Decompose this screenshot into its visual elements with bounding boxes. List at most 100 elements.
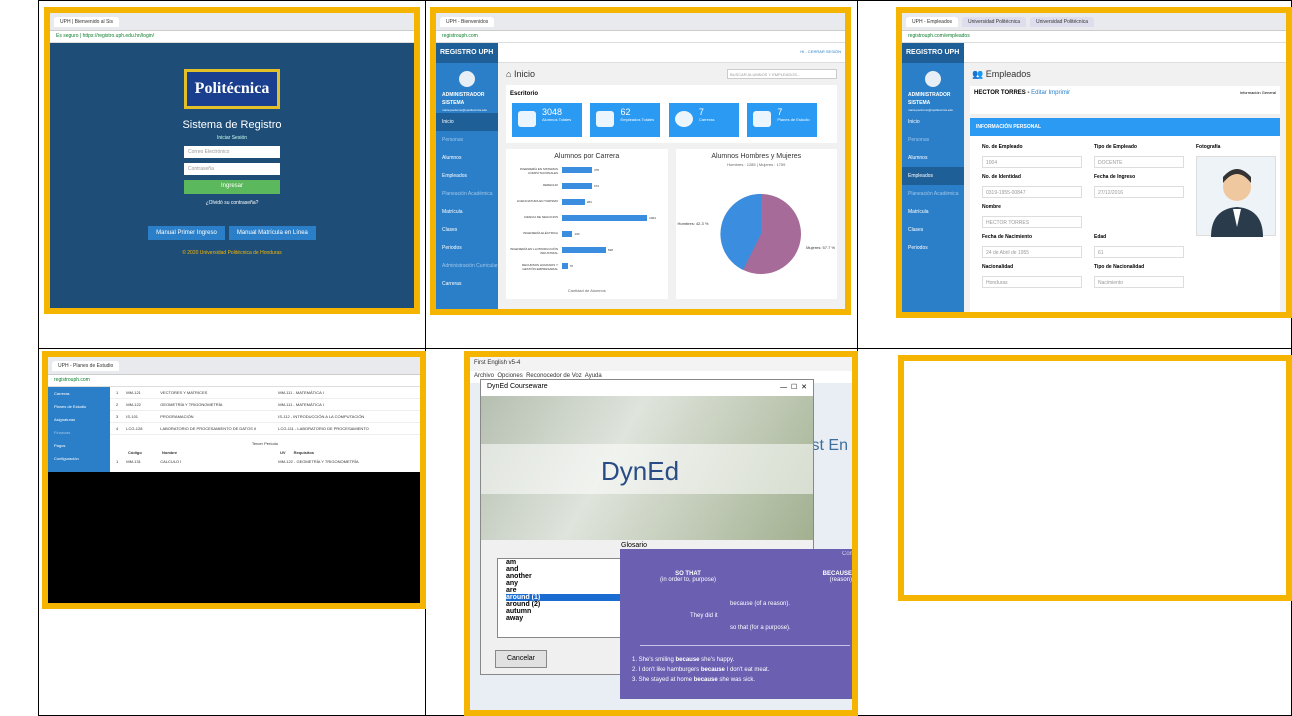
panel-login: UPH | Bienvenido al Sis Es seguro | http… — [44, 7, 420, 314]
window-controls[interactable]: — ☐ ✕ — [780, 383, 807, 393]
cancel-button[interactable]: Cancelar — [495, 650, 547, 668]
hero-image: DynEd — [481, 396, 813, 540]
address-bar[interactable]: registrouph.com — [48, 375, 420, 387]
sidebar-item-inicio[interactable]: Inicio — [436, 113, 498, 131]
grammar-card: Comp SO THAT (in order to, purpose) BECAU… — [620, 549, 852, 699]
list-item[interactable]: are — [506, 587, 636, 594]
field-value[interactable]: DOCENTE — [1094, 156, 1184, 168]
sidebar: REGISTRO UPH ADMINISTRADOR SISTEMA maria… — [902, 43, 964, 312]
list-item-selected[interactable]: around (1) — [506, 594, 636, 601]
field-value[interactable]: 27/12/2016 — [1094, 186, 1184, 198]
sidebar-item-carreras[interactable]: Carreras — [436, 275, 498, 293]
bar-value-label: 374 — [593, 184, 599, 188]
user-name[interactable]: ADMINISTRADOR — [436, 91, 498, 99]
sidebar-section-curricular: Administración Curricular — [442, 263, 498, 269]
cell-index: 2 — [116, 402, 119, 407]
user-name[interactable]: ADMINISTRADOR — [902, 91, 964, 99]
tab-general-info[interactable]: Información General — [1240, 90, 1276, 95]
manual-first-entry-button[interactable]: Manual Primer Ingreso — [148, 226, 225, 240]
list-item[interactable]: and — [506, 566, 636, 573]
browser-tab[interactable]: Universidad Politécnica — [1030, 16, 1094, 27]
list-item[interactable]: any — [506, 580, 636, 587]
list-item[interactable]: another — [506, 573, 636, 580]
bar — [562, 167, 593, 173]
bar-value-label: 130 — [574, 232, 580, 236]
url-text: Es seguro | https://registro.uph.edu.hn/… — [56, 33, 155, 39]
password-field[interactable]: Contraseña — [184, 163, 280, 175]
sidebar-item-matricula[interactable]: Matrícula — [902, 203, 964, 221]
bar-value-label: 376 — [594, 168, 600, 172]
field-value[interactable]: Nacimiento — [1094, 276, 1184, 288]
sidebar-item-empleados[interactable]: Empleados — [902, 167, 964, 185]
search-input[interactable]: BUSCAR ALUMNOS Y EMPLEADOS... — [727, 69, 837, 79]
list-item[interactable]: around (2) — [506, 601, 636, 608]
page-title: ⌂ Inicio BUSCAR ALUMNOS Y EMPLEADOS... — [498, 63, 845, 85]
browser-tab[interactable]: UPH - Bienvenidos — [440, 16, 495, 27]
browser-tab[interactable]: UPH - Planes de Estudio — [52, 360, 120, 371]
login-button[interactable]: Ingresar — [184, 180, 280, 194]
field-value[interactable]: 61 — [1094, 246, 1184, 258]
browser-tab[interactable]: Universidad Politécnica — [962, 16, 1026, 27]
sidebar-item-carreras[interactable]: Carreras — [48, 387, 110, 400]
print-link[interactable]: Imprimir — [1048, 90, 1070, 96]
cell-req: IS-112 - INTRODUCCIÓN A LA COMPUTACIÓN — [278, 414, 365, 419]
table-row[interactable]: 1 MM-131 CALCULO I MM-122 - GEOMETRÍA Y TRI… — [110, 457, 420, 466]
field-label: No. de Identidad — [982, 174, 1021, 180]
table-row[interactable]: 3 IS-101 PROGRAMACIÓN IS-112 - INTRODUCCIÓN… — [110, 411, 420, 423]
brand[interactable]: REGISTRO UPH — [436, 43, 498, 63]
address-bar[interactable]: registrouph.com/empleados — [902, 31, 1286, 43]
dyned-logo: DynEd — [601, 456, 680, 486]
ex-text: she's happy. — [699, 657, 735, 663]
sidebar-item-empleados[interactable]: Empleados — [436, 167, 498, 185]
stat-value: 7 — [698, 107, 704, 117]
pie-chart-gender: Alumnos Hombres y Mujeres Hombres : 1285… — [675, 149, 837, 299]
cell-req: MM-122 - GEOMETRÍA Y TRIGONOMETRÍA — [278, 459, 359, 464]
address-bar[interactable]: Es seguro | https://registro.uph.edu.hn/… — [50, 31, 414, 43]
sidebar-item-clases[interactable]: Clases — [902, 221, 964, 239]
cell-name: LABORATORIO DE PROCESAMIENTO DE DATOS II — [160, 426, 257, 431]
field-value[interactable]: Honduras — [982, 276, 1082, 288]
field-value[interactable]: 0319-1955-00847 — [982, 186, 1082, 198]
brand[interactable]: REGISTRO UPH — [902, 43, 964, 63]
table-row[interactable]: 2 MM-122 GEOMETRÍA Y TRIGONOMETRÍA MM-111 -… — [110, 399, 420, 411]
word-list[interactable]: am and another any are around (1) around… — [497, 558, 637, 638]
stat-employees[interactable]: 62 Empleados Totales — [590, 103, 661, 137]
field-value[interactable]: 24 de Abril de 1955 — [982, 246, 1082, 258]
avatar — [925, 71, 941, 87]
edit-link[interactable]: Editar — [1031, 90, 1047, 96]
stat-label: Empleados Totales — [620, 117, 655, 122]
sidebar-item-pagos[interactable]: Pagos — [48, 439, 110, 452]
sidebar-item-planes[interactable]: Planes de Estudio — [48, 400, 110, 413]
bar-value-label: 284 — [586, 200, 592, 204]
list-item[interactable]: am — [506, 559, 636, 566]
sidebar-item-asignaturas[interactable]: Asignaturas — [48, 413, 110, 426]
divider — [640, 645, 850, 646]
sidebar-item-inicio[interactable]: Inicio — [902, 113, 964, 131]
list-item[interactable]: autumn — [506, 608, 636, 615]
browser-tab[interactable]: UPH | Bienvenido al Sis — [54, 16, 119, 27]
address-bar[interactable]: registrouph.com — [436, 31, 845, 43]
sidebar-item-configuracion[interactable]: Configuración — [48, 452, 110, 465]
field-value[interactable]: HECTOR TORRES — [982, 216, 1082, 228]
sidebar-item-alumnos[interactable]: Alumnos — [436, 149, 498, 167]
logout-link[interactable]: HI - CERRAR SESIÓN — [800, 49, 841, 54]
sidebar-item-periodos[interactable]: Periodos — [436, 239, 498, 257]
sidebar-item-periodos[interactable]: Periodos — [902, 239, 964, 257]
url-text: registrouph.com — [54, 377, 90, 383]
table-row[interactable]: 1 MM-121 VECTORES Y MATRICES MM-111 - MATEM… — [110, 387, 420, 399]
stat-students[interactable]: 3048 Alumnos Totales — [512, 103, 582, 137]
email-field[interactable]: Correo Electrónico — [184, 146, 280, 158]
table-row[interactable]: 4 LCG-128 LABORATORIO DE PROCESAMIENTO DE … — [110, 423, 420, 435]
sidebar-item-clases[interactable]: Clases — [436, 221, 498, 239]
sidebar-item-alumnos[interactable]: Alumnos — [902, 149, 964, 167]
sidebar-section-personas: Personas — [442, 137, 464, 143]
stat-plans[interactable]: 7 Planes de Estudio — [747, 103, 818, 137]
example-2: 2. I don't like hamburgers because I don… — [632, 667, 769, 673]
browser-tab[interactable]: UPH - Empleados — [906, 16, 959, 27]
stat-careers[interactable]: 7 Carreras — [668, 103, 739, 137]
section-header: INFORMACIÓN PERSONAL — [970, 118, 1280, 136]
list-item[interactable]: away — [506, 615, 636, 622]
manual-enrollment-button[interactable]: Manual Matrícula en Línea — [228, 226, 316, 240]
field-value[interactable]: 1004 — [982, 156, 1082, 168]
sidebar-item-matricula[interactable]: Matrícula — [436, 203, 498, 221]
